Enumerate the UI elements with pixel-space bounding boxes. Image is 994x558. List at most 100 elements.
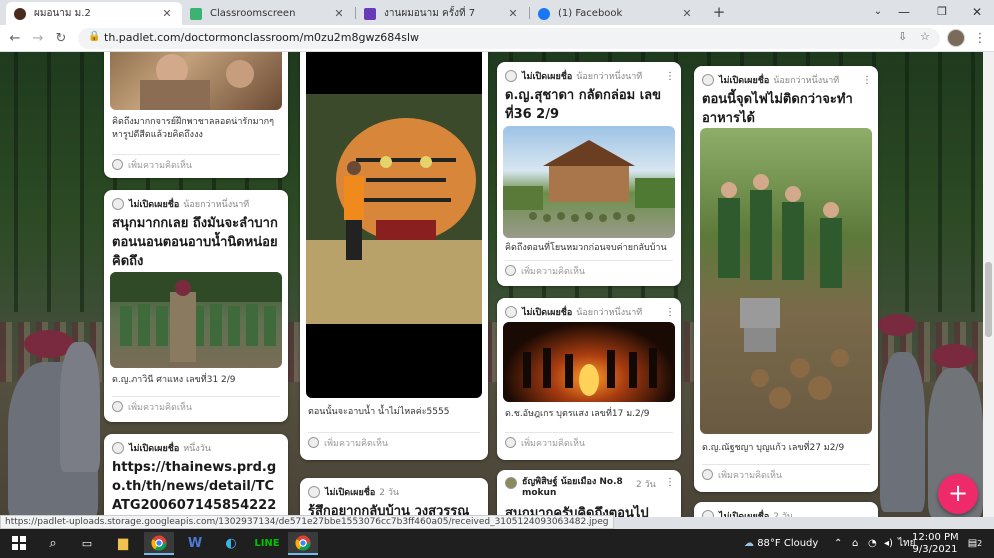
add-comment-label: เพิ่มความคิดเห็น (521, 438, 586, 449)
restore-button[interactable]: ❐ (922, 0, 962, 25)
add-comment[interactable]: เพิ่มความคิดเห็น (702, 464, 870, 481)
url-text[interactable]: th.padlet.com/doctormonclassroom/m0zu2m8… (104, 31, 419, 44)
network-icon[interactable]: ⌂ (852, 529, 858, 558)
scout-photo-image (140, 54, 254, 110)
post-header: ไม่เปิดเผยชื่อ น้อยกว่าหนึ่งนาที ⋮ (505, 305, 675, 319)
post-image[interactable] (110, 272, 282, 368)
volume-icon[interactable]: ◂) (884, 529, 893, 558)
add-comment[interactable]: เพิ่มความคิดเห็น (505, 432, 673, 449)
post-caption: คิดถึงตอนที่โยนหมวกก่อนจบค่ายกลับบ้าน (505, 243, 667, 253)
avatar (308, 437, 319, 448)
close-icon[interactable]: ✕ (680, 7, 694, 20)
tab-strip: ผมอนาม ม.2 ✕ Classroomscreen ✕ งานผมอนาม… (0, 0, 994, 25)
post-author: ไม่เปิดเผยชื่อ (719, 76, 770, 86)
bookmark-star-icon[interactable]: ☆ (920, 30, 930, 43)
post-time: 2 วัน (636, 480, 656, 490)
padlet-board[interactable]: คิดถึงมากกจารย์ฝึกพาชาลลอดน่ารักมากๆหารู… (0, 52, 994, 517)
chrome-taskbar-icon[interactable] (144, 532, 174, 555)
profile-avatar[interactable] (947, 29, 965, 47)
close-icon[interactable]: ✕ (332, 7, 346, 20)
post-menu-icon[interactable]: ⋮ (665, 307, 675, 318)
weather-widget[interactable]: ☁ 88°F Cloudy (744, 529, 818, 558)
tab-facebook[interactable]: (1) Facebook ✕ (530, 2, 702, 25)
forward-arrow-icon[interactable]: → (28, 29, 48, 49)
form-favicon-icon (364, 7, 376, 20)
campfire-dance-image (523, 348, 657, 396)
back-arrow-icon[interactable]: ← (5, 29, 25, 49)
post-author: ไม่เปิดเผยชื่อ (522, 308, 573, 318)
post-menu-icon[interactable]: ⋮ (665, 71, 675, 82)
line-app-icon[interactable]: LINE (252, 532, 282, 555)
avatar (112, 401, 123, 412)
post-time: น้อยกว่าหนึ่งนาที (576, 72, 643, 82)
new-tab-button[interactable]: + (710, 3, 728, 21)
avatar (112, 198, 124, 210)
post-image[interactable] (306, 52, 482, 398)
post-menu-icon[interactable]: ⋮ (665, 477, 675, 488)
post-author: ไม่เปิดเผยชื่อ (719, 512, 770, 517)
tab-padlet-m2[interactable]: ผมอนาม ม.2 ✕ (6, 2, 182, 25)
start-windows-icon[interactable] (4, 532, 34, 555)
avatar (505, 477, 517, 489)
task-view-icon[interactable]: ▭ (72, 532, 102, 555)
close-window-button[interactable]: ✕ (957, 0, 994, 25)
reload-icon[interactable]: ↻ (51, 29, 71, 49)
post-image[interactable] (700, 128, 872, 434)
camp-building-image (503, 140, 675, 222)
post-card[interactable]: ไม่เปิดเผยชื่อ น้อยกว่าหนึ่งนาที สนุกมาก… (104, 190, 288, 422)
page-scrollbar[interactable] (983, 52, 994, 517)
post-image[interactable] (503, 322, 675, 402)
post-card[interactable]: ตอนนั้นจะอาบน้ำ น้ำไม่ไหลค่ะ5555 เพิ่มคว… (300, 52, 488, 460)
search-icon[interactable]: ⌕ (38, 532, 68, 555)
close-icon[interactable]: ✕ (160, 7, 174, 20)
post-time: น้อยกว่าหนึ่งนาที (183, 200, 250, 210)
show-hidden-icons-icon[interactable]: ⌃ (834, 529, 842, 558)
add-post-button[interactable]: + (938, 474, 978, 514)
wifi-icon[interactable]: ◔ (868, 529, 877, 558)
post-author: ไม่เปิดเผยชื่อ (325, 488, 376, 498)
add-comment[interactable]: เพิ่มความคิดเห็น (112, 396, 280, 413)
scrollbar-thumb[interactable] (985, 262, 992, 337)
clock-time: 12:00 PM (912, 532, 959, 543)
avatar (308, 486, 320, 498)
menu-kebab-icon[interactable]: ⋮ (970, 29, 990, 49)
minimize-button[interactable]: — (884, 0, 924, 25)
tab-label: Classroomscreen (210, 8, 296, 19)
post-card[interactable]: คิดถึงมากกจารย์ฝึกพาชาลลอดน่ารักมากๆหารู… (104, 52, 288, 178)
post-card[interactable]: ไม่เปิดเผยชื่อ 2 วัน (694, 502, 878, 517)
tab-assignment-7[interactable]: งานผมอนาม ครั้งที่ 7 ✕ (356, 2, 528, 25)
close-icon[interactable]: ✕ (506, 7, 520, 20)
add-comment[interactable]: เพิ่มความคิดเห็น (308, 432, 480, 449)
post-image[interactable] (503, 126, 675, 238)
post-menu-icon[interactable]: ⋮ (862, 75, 872, 86)
windows-taskbar: ⌕ ▭ ▆ W ◐ LINE ☁ 88°F Cloudy ⌃ ⌂ ◔ ◂) ไท… (0, 529, 994, 558)
address-bar[interactable]: 🔒 th.padlet.com/doctormonclassroom/m0zu2… (78, 28, 940, 49)
word-icon[interactable]: W (180, 532, 210, 555)
post-header: ไม่เปิดเผยชื่อ หนึ่งวัน (112, 441, 280, 455)
install-app-icon[interactable]: ⇩ (898, 30, 907, 43)
weather-text: 88°F Cloudy (757, 538, 819, 549)
background-beret (878, 314, 916, 336)
post-card[interactable]: ไม่เปิดเผยชื่อ หนึ่งวัน https://thainews… (104, 434, 288, 517)
post-card[interactable]: ธัญพิสิษฐ์ น้อยเมือง No.8 mokun 2 วัน ⋮ … (497, 470, 681, 517)
post-card[interactable]: ไม่เปิดเผยชื่อ น้อยกว่าหนึ่งนาที ⋮ ด.ญ.ส… (497, 62, 681, 286)
post-time: น้อยกว่าหนึ่งนาที (773, 76, 840, 86)
add-comment[interactable]: เพิ่มความคิดเห็น (505, 260, 673, 277)
post-card[interactable]: ไม่เปิดเผยชื่อ น้อยกว่าหนึ่งนาที ⋮ ด.ช.อ… (497, 298, 681, 460)
add-comment-label: เพิ่มความคิดเห็น (128, 160, 193, 171)
add-comment[interactable]: เพิ่มความคิดเห็น (112, 154, 280, 171)
lock-icon: 🔒 (88, 31, 101, 42)
post-image[interactable] (110, 52, 282, 110)
tab-classroomscreen[interactable]: Classroomscreen ✕ (182, 2, 354, 25)
post-header: ไม่เปิดเผยชื่อ 2 วัน (308, 485, 480, 499)
edge-icon[interactable]: ◐ (216, 532, 246, 555)
system-clock[interactable]: 12:00 PM 9/3/2021 (912, 529, 959, 558)
post-card[interactable]: ไม่เปิดเผยชื่อ น้อยกว่าหนึ่งนาที ⋮ ตอนนี… (694, 66, 878, 492)
post-card[interactable]: ไม่เปิดเผยชื่อ 2 วัน รู้สึกอยากกลับบ้าน … (300, 478, 488, 517)
notification-count: 2 (977, 539, 983, 548)
notifications-icon[interactable]: ▤2 (962, 529, 988, 558)
post-link[interactable]: https://thainews.prd.go.th/th/news/detai… (112, 458, 282, 515)
file-explorer-icon[interactable]: ▆ (108, 532, 138, 555)
cloud-icon: ☁ (744, 538, 754, 549)
chrome-profile-taskbar-icon[interactable] (288, 532, 318, 555)
